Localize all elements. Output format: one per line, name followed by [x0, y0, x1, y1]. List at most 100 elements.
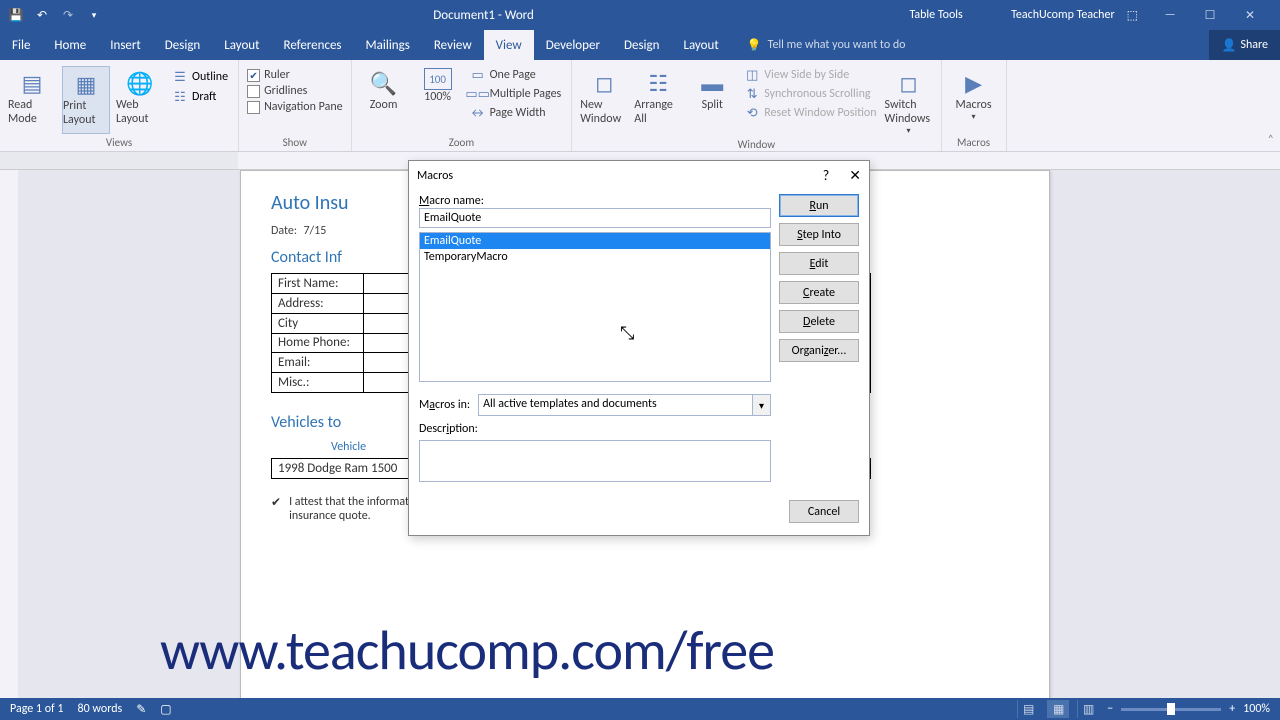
tab-home[interactable]: Home: [42, 30, 98, 60]
macros-in-combo[interactable]: All active templates and documents ▾: [478, 394, 771, 416]
draft-icon: ☷: [172, 89, 188, 105]
one-page-icon: ▭: [470, 67, 486, 83]
zoom-level[interactable]: 100%: [1243, 702, 1270, 716]
ribbon: ▤Read Mode ▦Print Layout 🌐Web Layout ☰Ou…: [0, 60, 1280, 152]
page-width-button[interactable]: ↔Page Width: [468, 104, 564, 122]
macro-name-label: Macro name:: [419, 194, 771, 208]
row-home: Home Phone:: [272, 334, 364, 353]
create-button[interactable]: Create: [779, 281, 859, 304]
qat-more-icon[interactable]: ▾: [82, 3, 106, 27]
row-email: Email:: [272, 353, 364, 373]
organizer-button[interactable]: Organizer...: [779, 339, 859, 362]
macros-button[interactable]: ▶Macros▾: [950, 66, 998, 134]
tab-table-design[interactable]: Design: [612, 30, 671, 60]
tab-view[interactable]: View: [484, 30, 534, 60]
help-icon[interactable]: ?: [823, 167, 830, 184]
description-label: Description:: [419, 422, 771, 436]
edit-button[interactable]: Edit: [779, 252, 859, 275]
document-title: Document1 - Word: [106, 8, 861, 23]
list-item[interactable]: EmailQuote: [420, 233, 770, 249]
sync-scroll-icon: ⇅: [744, 86, 760, 102]
read-mode-button[interactable]: ▤Read Mode: [8, 66, 56, 134]
tab-developer[interactable]: Developer: [534, 30, 612, 60]
web-layout-button[interactable]: 🌐Web Layout: [116, 66, 164, 134]
col-vehicle: Vehicle: [331, 440, 366, 454]
lightbulb-icon: 💡: [747, 38, 762, 53]
web-layout-view-icon[interactable]: ▥: [1077, 700, 1099, 718]
zoom-in-icon[interactable]: +: [1229, 702, 1235, 716]
read-mode-icon: ▤: [16, 68, 48, 98]
zoom-button[interactable]: 🔍Zoom: [360, 66, 408, 134]
row-misc: Misc.:: [272, 373, 364, 393]
delete-button[interactable]: Delete: [779, 310, 859, 333]
ruler-checkbox[interactable]: ✔Ruler: [247, 68, 343, 82]
one-page-button[interactable]: ▭One Page: [468, 66, 564, 84]
arrange-all-icon: ☷: [642, 68, 674, 98]
close-icon[interactable]: ✕: [1230, 3, 1270, 27]
title-bar: 💾 ↶ ↷ ▾ Document1 - Word Table Tools Tea…: [0, 0, 1280, 30]
run-button[interactable]: Run: [779, 194, 859, 217]
date-value: 7/15: [303, 224, 326, 238]
split-button[interactable]: ▬Split: [688, 66, 736, 136]
save-icon[interactable]: 💾: [4, 3, 28, 27]
nav-pane-checkbox[interactable]: Navigation Pane: [247, 100, 343, 114]
gridlines-checkbox[interactable]: Gridlines: [247, 84, 343, 98]
macros-in-value: All active templates and documents: [479, 395, 752, 415]
user-name: TeachUcomp Teacher: [1011, 8, 1115, 22]
cancel-button[interactable]: Cancel: [789, 500, 859, 523]
new-window-button[interactable]: ◻New Window: [580, 66, 628, 136]
tab-insert[interactable]: Insert: [98, 30, 153, 60]
macros-icon: ▶: [958, 68, 990, 98]
collapse-ribbon-icon[interactable]: ˄: [1268, 133, 1274, 147]
page-width-icon: ↔: [470, 105, 486, 121]
multi-pages-icon: ▭▭: [470, 86, 486, 102]
dialog-close-icon[interactable]: ✕: [849, 167, 861, 184]
tab-file[interactable]: File: [0, 30, 42, 60]
redo-icon[interactable]: ↷: [56, 3, 80, 27]
reset-pos-button: ⟲Reset Window Position: [742, 104, 878, 122]
status-bar: Page 1 of 1 80 words ✎ ▢ ▤ ▦ ▥ − + 100%: [0, 698, 1280, 720]
draft-button[interactable]: ☷Draft: [170, 88, 230, 106]
description-box[interactable]: [419, 440, 771, 482]
maximize-icon[interactable]: ☐: [1190, 3, 1230, 27]
outline-button[interactable]: ☰Outline: [170, 68, 230, 86]
print-layout-button[interactable]: ▦Print Layout: [62, 66, 110, 134]
list-item[interactable]: TemporaryMacro: [420, 249, 770, 265]
macro-name-input[interactable]: [419, 208, 771, 228]
read-mode-view-icon[interactable]: ▤: [1017, 700, 1039, 718]
print-layout-view-icon[interactable]: ▦: [1047, 700, 1069, 718]
zoom-slider[interactable]: [1121, 708, 1221, 711]
word-count[interactable]: 80 words: [78, 702, 123, 716]
tab-review[interactable]: Review: [422, 30, 484, 60]
macro-listbox[interactable]: EmailQuote TemporaryMacro: [419, 232, 771, 382]
tab-layout[interactable]: Layout: [212, 30, 271, 60]
spell-check-icon[interactable]: ✎: [136, 702, 146, 717]
row-city: City: [272, 314, 364, 334]
macro-record-icon[interactable]: ▢: [160, 702, 171, 717]
undo-icon[interactable]: ↶: [30, 3, 54, 27]
vertical-ruler[interactable]: [0, 170, 18, 710]
tab-mailings[interactable]: Mailings: [354, 30, 422, 60]
tab-table-layout[interactable]: Layout: [671, 30, 730, 60]
hundred-percent-button[interactable]: 100100%: [414, 66, 462, 134]
tab-references[interactable]: References: [272, 30, 354, 60]
outline-icon: ☰: [172, 69, 188, 85]
page-indicator[interactable]: Page 1 of 1: [10, 702, 64, 716]
switch-windows-button[interactable]: ◻Switch Windows▾: [885, 66, 933, 136]
group-views-label: Views: [8, 134, 230, 151]
print-layout-icon: ▦: [70, 69, 102, 99]
minimize-icon[interactable]: —: [1150, 3, 1190, 27]
arrange-all-button[interactable]: ☷Arrange All: [634, 66, 682, 136]
group-macros-label: Macros: [950, 134, 998, 151]
zoom-out-icon[interactable]: −: [1107, 702, 1113, 716]
macros-dialog[interactable]: Macros ? ✕ Macro name: EmailQuote Tempor…: [408, 160, 870, 536]
checkmark-icon: ✔: [271, 495, 281, 523]
chevron-down-icon[interactable]: ▾: [752, 395, 770, 415]
ribbon-display-icon[interactable]: ⬚: [1127, 8, 1138, 23]
tab-design[interactable]: Design: [153, 30, 212, 60]
share-button[interactable]: 👤 Share: [1209, 30, 1280, 60]
multi-pages-button[interactable]: ▭▭Multiple Pages: [468, 85, 564, 103]
step-into-button[interactable]: Step Into: [779, 223, 859, 246]
tell-me-search[interactable]: 💡 Tell me what you want to do: [731, 30, 1210, 60]
date-label: Date:: [271, 224, 297, 238]
